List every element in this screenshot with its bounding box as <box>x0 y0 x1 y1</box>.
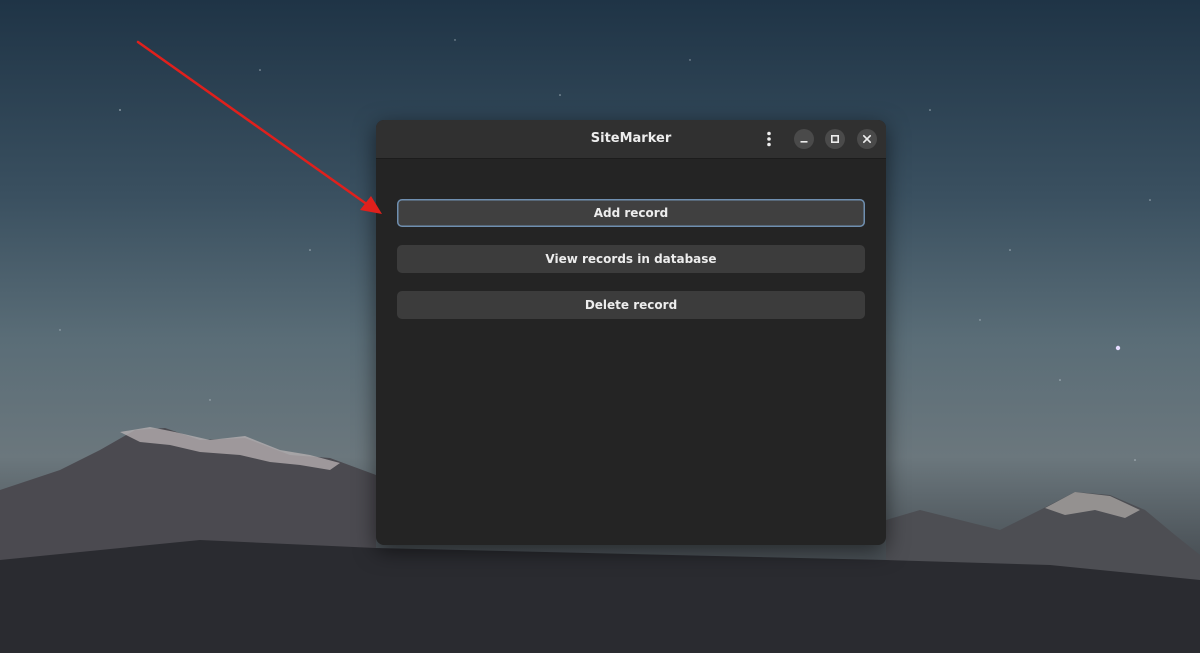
desktop: SiteMarker Add record View records in da… <box>0 0 1200 653</box>
annotation-arrow <box>136 40 382 214</box>
